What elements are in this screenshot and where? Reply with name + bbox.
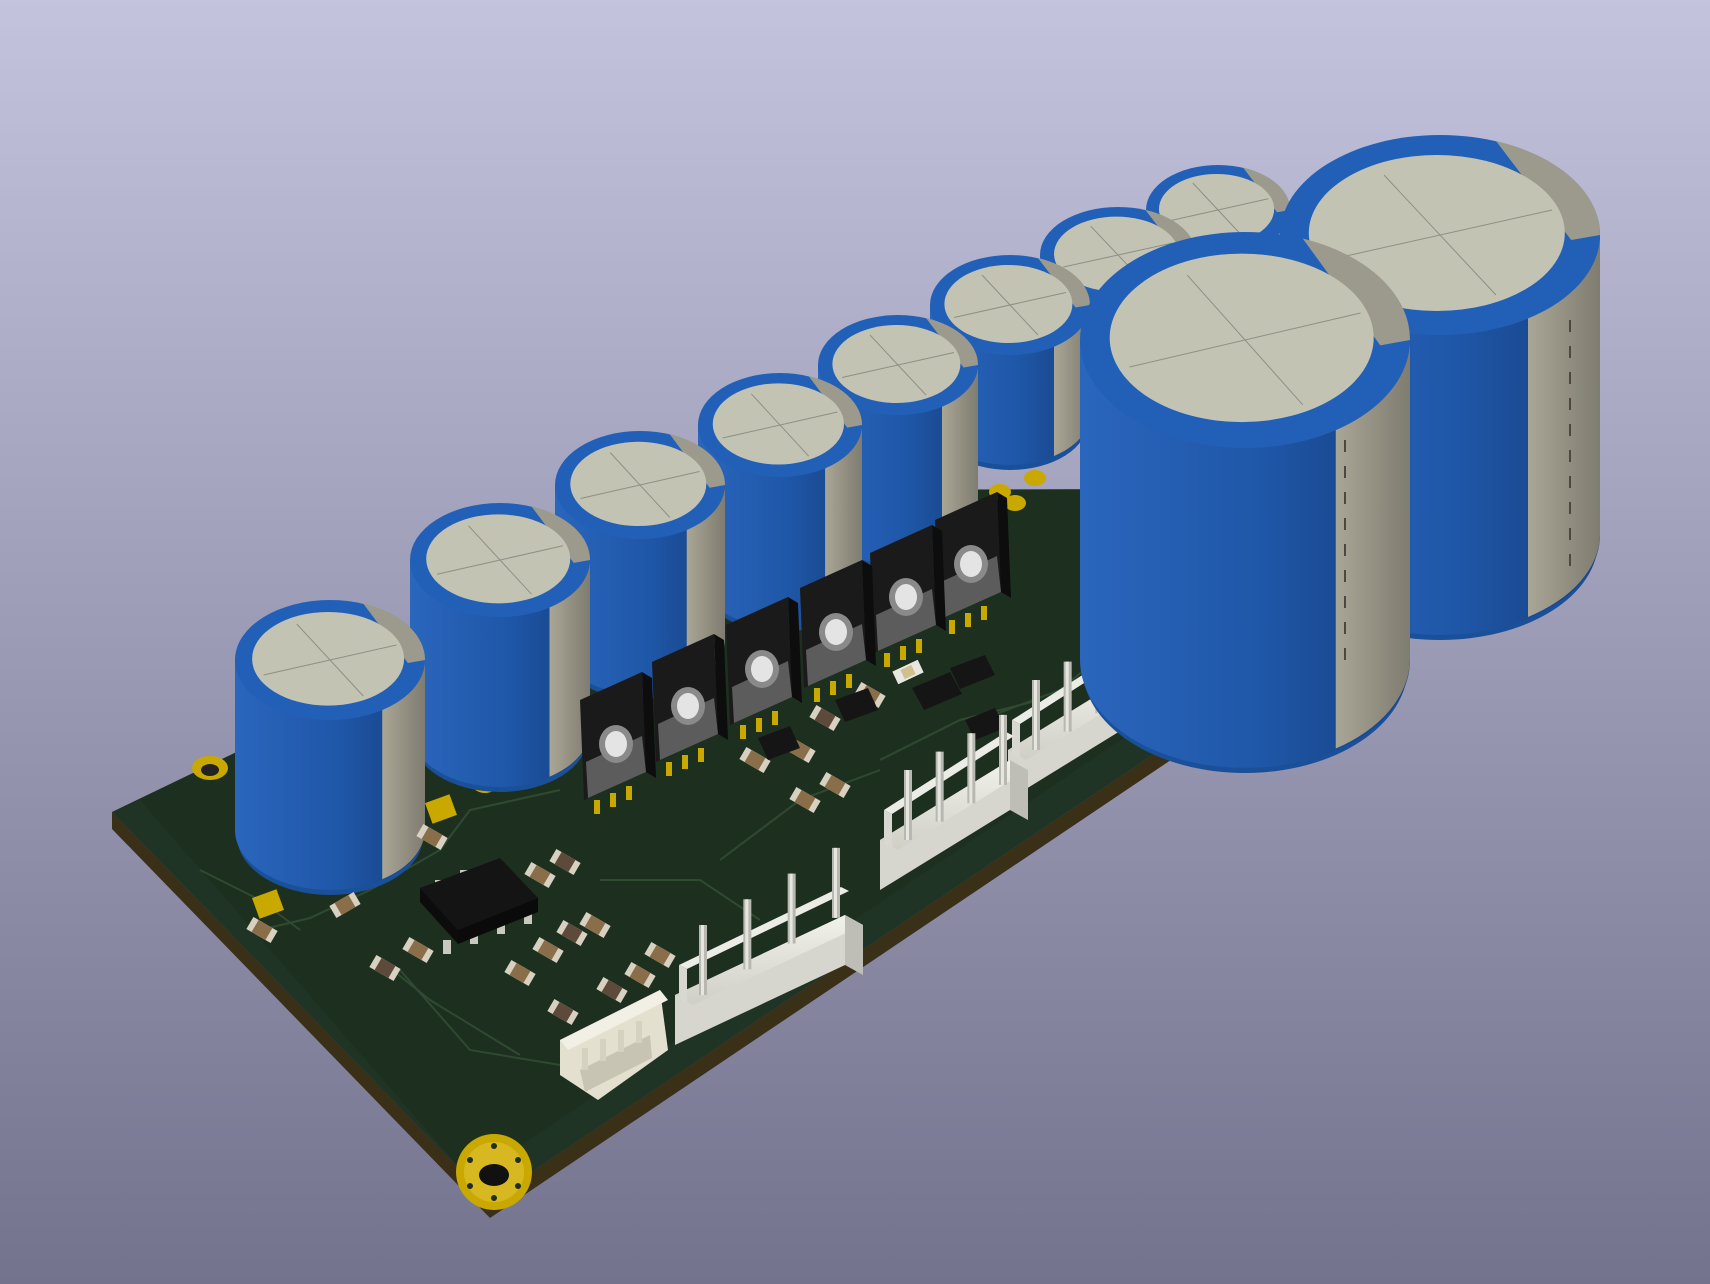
mounting-hole-front: [456, 1134, 532, 1210]
electrolytic-capacitor: [235, 600, 426, 895]
electrolytic-capacitor-large: [1080, 232, 1411, 773]
mounting-hole-left: [192, 756, 228, 780]
electrolytic-capacitor: [410, 503, 591, 792]
pcb-3d-render[interactable]: [0, 0, 1710, 1284]
3d-viewer[interactable]: [0, 0, 1710, 1284]
